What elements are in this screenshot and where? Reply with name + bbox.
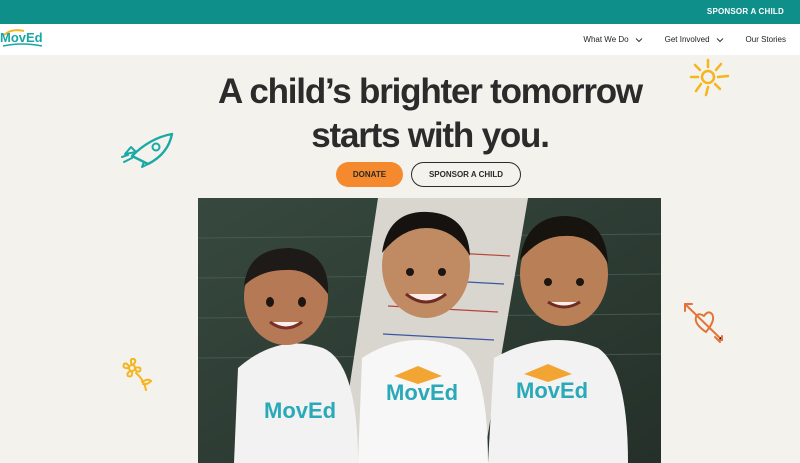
main-nav: MovEd What We Do Get Involved Our Storie… <box>0 24 800 55</box>
top-bar: SPONSOR A CHILD <box>0 0 800 24</box>
moved-logo[interactable]: MovEd <box>0 27 46 51</box>
nav-what-we-do[interactable]: What We Do <box>583 35 642 44</box>
nav-menu: What We Do Get Involved Our Stories <box>583 24 786 55</box>
sun-doodle-icon <box>689 58 730 97</box>
chevron-down-icon <box>716 37 723 42</box>
donate-button[interactable]: DONATE <box>336 162 403 187</box>
nav-get-involved-label: Get Involved <box>664 35 710 44</box>
rocket-doodle-icon <box>121 132 174 168</box>
hero-photo: MovEd MovEd MovEd <box>198 198 661 463</box>
logo-text: MovEd <box>0 30 43 45</box>
flower-doodle-icon <box>122 357 153 391</box>
nav-our-stories-label: Our Stories <box>745 35 786 44</box>
nav-what-we-do-label: What We Do <box>583 35 629 44</box>
nav-our-stories[interactable]: Our Stories <box>746 35 786 44</box>
hero-title-line1: A child’s brighter tomorrow <box>218 72 643 111</box>
topbar-sponsor-link[interactable]: SPONSOR A CHILD <box>707 7 784 16</box>
chevron-down-icon <box>635 37 642 42</box>
shirt-logo-text: MovEd <box>264 398 336 423</box>
heart-arrow-doodle-icon <box>684 303 723 343</box>
shirt-logo-text: MovEd <box>386 380 458 405</box>
sponsor-a-child-button[interactable]: SPONSOR A CHILD <box>411 162 521 187</box>
shirt-logo-text: MovEd <box>516 378 588 403</box>
nav-get-involved[interactable]: Get Involved <box>665 35 724 44</box>
